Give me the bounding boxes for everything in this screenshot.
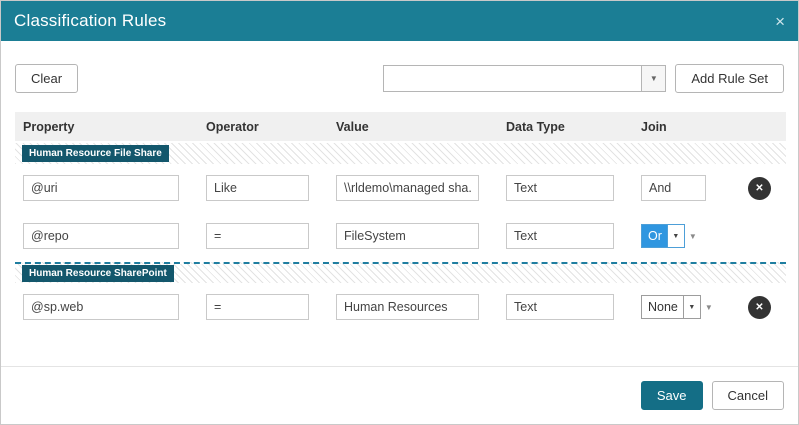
join-cell [633,175,725,201]
property-input[interactable] [23,294,179,320]
join-select[interactable]: None▼ [641,295,701,319]
join-select-value: None [642,296,683,318]
data-type-cell [498,223,633,249]
value-cell [328,223,498,249]
group-row: Human Resource SharePoint [15,262,786,283]
rule-set-combobox: ▼ [383,65,666,92]
actions-cell: ✕ [725,296,786,319]
property-cell [15,294,198,320]
property-cell [15,175,198,201]
rules-table: Property Operator Value Data Type Join H… [15,112,786,331]
dropdown-arrow-icon[interactable]: ▼ [689,232,697,241]
delete-rule-button[interactable]: ✕ [748,177,771,200]
property-input[interactable] [23,223,179,249]
data-type-cell [498,294,633,320]
join-cell: None▼▼ [633,295,725,319]
rules-table-body: Human Resource File Share✕Or▼▼Human Reso… [15,143,786,331]
join-combo: None▼▼ [641,295,725,319]
group-badge: Human Resource SharePoint [22,265,174,282]
group-row: Human Resource File Share [15,143,786,164]
operator-cell [198,223,328,249]
operator-cell [198,175,328,201]
rule-row: None▼▼✕ [15,283,786,331]
add-rule-set-button[interactable]: Add Rule Set [675,64,784,93]
data-type-input[interactable] [506,175,614,201]
value-cell [328,294,498,320]
column-header-operator: Operator [198,120,328,134]
clear-button[interactable]: Clear [15,64,78,93]
join-combo: Or▼▼ [641,224,725,248]
dropdown-arrow-icon[interactable]: ▼ [705,303,713,312]
group-badge: Human Resource File Share [22,145,169,162]
operator-input[interactable] [206,175,309,201]
join-cell: Or▼▼ [633,224,725,248]
value-input[interactable] [336,294,479,320]
column-header-property: Property [15,120,198,134]
chevron-down-icon[interactable]: ▼ [641,65,666,92]
value-input[interactable] [336,223,479,249]
dialog-header: Classification Rules × [1,1,798,41]
table-header-row: Property Operator Value Data Type Join [15,112,786,141]
rule-row: ✕ [15,164,786,212]
save-button[interactable]: Save [641,381,703,410]
join-select[interactable]: Or▼ [641,224,685,248]
toolbar: Clear ▼ Add Rule Set [15,64,784,93]
operator-input[interactable] [206,294,309,320]
cancel-button[interactable]: Cancel [712,381,784,410]
dialog-title: Classification Rules [14,11,166,31]
value-cell [328,175,498,201]
data-type-input[interactable] [506,223,614,249]
operator-cell [198,294,328,320]
actions-cell: ✕ [725,177,786,200]
column-header-data-type: Data Type [498,120,633,134]
property-cell [15,223,198,249]
property-input[interactable] [23,175,179,201]
data-type-input[interactable] [506,294,614,320]
delete-rule-button[interactable]: ✕ [748,296,771,319]
dialog-footer: Save Cancel [1,366,798,424]
chevron-down-icon[interactable]: ▼ [683,296,700,318]
column-header-join: Join [633,120,725,134]
operator-input[interactable] [206,223,309,249]
rule-set-input[interactable] [383,65,641,92]
data-type-cell [498,175,633,201]
column-header-value: Value [328,120,498,134]
value-input[interactable] [336,175,479,201]
close-icon[interactable]: × [775,13,785,30]
join-input[interactable] [641,175,706,201]
rule-row: Or▼▼ [15,212,786,260]
join-select-value: Or [642,225,667,247]
chevron-down-icon[interactable]: ▼ [667,225,684,247]
